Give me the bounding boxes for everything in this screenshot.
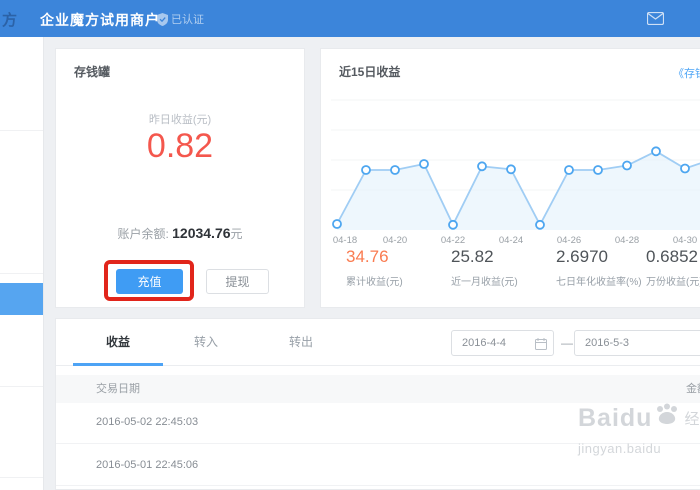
sidebar-item-1[interactable]	[0, 37, 43, 130]
yesterday-earnings-label: 昨日收益(元)	[56, 111, 304, 127]
stat-label: 累计收益(元)	[346, 273, 403, 288]
piggy-bank-card: 存钱罐 昨日收益(元) 0.82 账户余额: 12034.76元 充值 提现	[55, 48, 305, 308]
stat-value: 34.76	[346, 247, 403, 267]
sidebar-divider	[0, 273, 43, 274]
svg-text:04-30: 04-30	[673, 235, 697, 245]
sidebar-divider	[0, 477, 43, 478]
top-navbar: 方 企业魔方试用商户 已认证	[0, 0, 700, 37]
svg-text:04-24: 04-24	[499, 235, 523, 245]
sidebar-item-3[interactable]	[0, 316, 43, 386]
table-row[interactable]: 2016-05-01 22:45:06	[56, 443, 700, 485]
stat-label: 七日年化收益率(%)	[556, 273, 642, 288]
column-header-amount: 金额	[686, 375, 700, 403]
stat-value: 2.6970	[556, 247, 642, 267]
yesterday-earnings-value: 0.82	[56, 127, 304, 166]
balance-value: 12034.76	[172, 225, 230, 241]
recharge-button[interactable]: 充值	[116, 269, 183, 294]
transaction-date: 2016-05-01 22:45:06	[96, 444, 198, 486]
transactions-tabbar: 收益 转入 转出 —	[56, 319, 700, 366]
shield-check-icon	[157, 13, 168, 26]
stat-month-earnings: 25.82 近一月收益(元)	[451, 247, 518, 288]
column-header-date: 交易日期	[96, 375, 140, 403]
earnings-chart: 04-18 04-20 04-22 04-24 04-26 04-28 04-30	[331, 97, 700, 245]
transactions-card: 收益 转入 转出 — 交易日期 金额 2016-05-02 22:45:03 2…	[55, 318, 700, 490]
date-from-input[interactable]	[451, 330, 554, 356]
verified-badge-label: 已认证	[171, 11, 204, 27]
svg-text:04-28: 04-28	[615, 235, 639, 245]
tab-earnings[interactable]: 收益	[73, 319, 163, 366]
table-row[interactable]: 2016-05-02 22:45:03	[56, 401, 700, 443]
mail-icon[interactable]	[644, 9, 666, 27]
stat-per-10k: 0.6852 万份收益(元)	[646, 247, 700, 288]
balance-label: 账户余额:	[117, 227, 172, 241]
stat-total-earnings: 34.76 累计收益(元)	[346, 247, 403, 288]
sidebar-item-2[interactable]	[0, 131, 43, 273]
piggy-card-title: 存钱罐	[74, 63, 110, 80]
table-header: 交易日期 金额	[56, 375, 700, 403]
stat-7day-yield: 2.6970 七日年化收益率(%)	[556, 247, 642, 288]
piggy-bank-link[interactable]: 《存钱罐》	[673, 65, 700, 81]
stat-label: 近一月收益(元)	[451, 273, 518, 288]
dashboard-screen: 方 企业魔方试用商户 已认证 存钱罐 昨日收益(元) 0.82 账户余额: 12…	[0, 0, 700, 490]
sidebar-item-selected[interactable]	[0, 283, 43, 315]
svg-text:04-26: 04-26	[557, 235, 581, 245]
stat-value: 0.6852	[646, 247, 700, 267]
row-divider	[56, 485, 700, 486]
page-title: 企业魔方试用商户	[40, 10, 160, 30]
sidebar-nav	[0, 37, 44, 490]
svg-text:04-18: 04-18	[333, 235, 357, 245]
sidebar-item-4[interactable]	[0, 387, 43, 477]
balance-unit: 元	[231, 227, 243, 241]
earnings-card: 近15日收益 《存钱罐》 04-1804-2004-2204-2404-2604…	[320, 48, 700, 308]
stat-label: 万份收益(元)	[646, 273, 700, 288]
tab-transfer-in[interactable]: 转入	[171, 319, 241, 366]
account-balance: 账户余额: 12034.76元	[56, 225, 304, 242]
date-range-separator: —	[561, 336, 573, 350]
svg-text:04-22: 04-22	[441, 235, 465, 245]
date-to-input[interactable]	[574, 330, 700, 356]
withdraw-button[interactable]: 提现	[206, 269, 269, 294]
transaction-date: 2016-05-02 22:45:03	[96, 401, 198, 443]
earnings-card-title: 近15日收益	[339, 63, 400, 80]
tab-transfer-out[interactable]: 转出	[266, 319, 336, 366]
svg-text:04-20: 04-20	[383, 235, 407, 245]
verified-badge: 已认证	[157, 11, 204, 27]
logo-fragment: 方	[2, 9, 17, 30]
stat-value: 25.82	[451, 247, 518, 267]
